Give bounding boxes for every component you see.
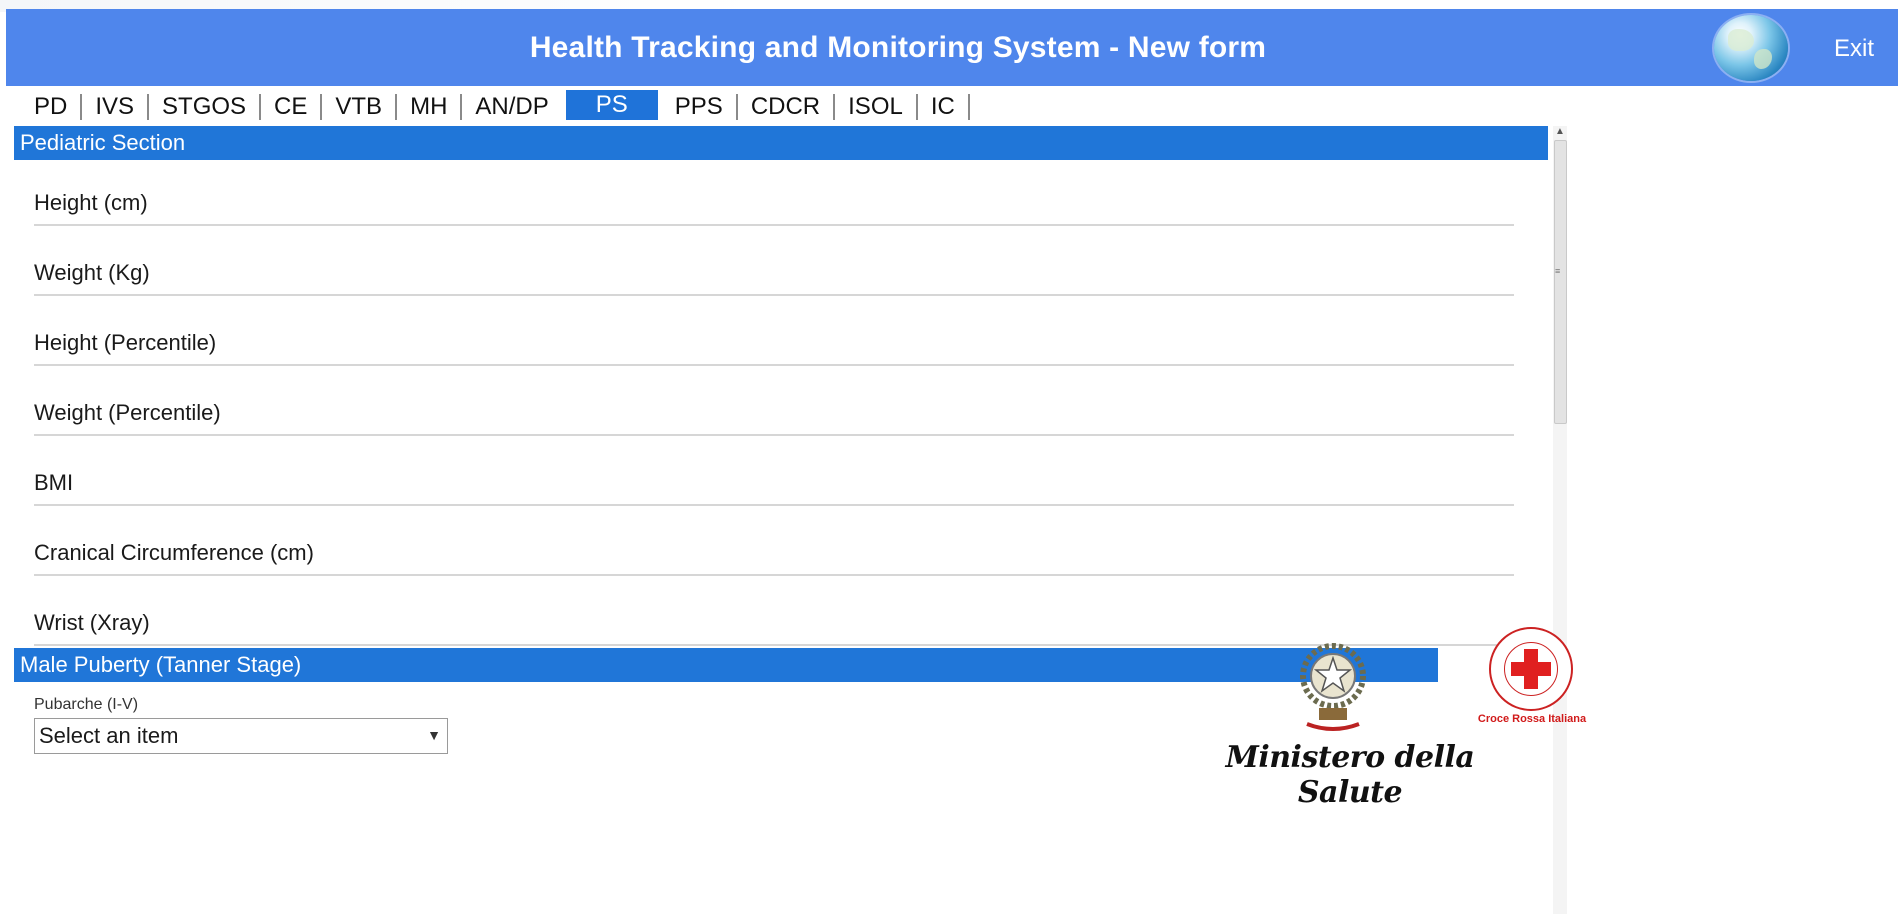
field-label: Weight (Percentile) bbox=[34, 400, 221, 425]
tab-pd[interactable]: PD bbox=[21, 93, 83, 120]
vertical-scrollbar[interactable]: ▲ ≡ bbox=[1553, 126, 1567, 914]
italian-republic-emblem-icon bbox=[1300, 643, 1366, 731]
app-title: Health Tracking and Monitoring System - … bbox=[529, 30, 1267, 64]
tab-bar: PD IVS STGOS CE VTB MH AN/DP PS PPS CDCR… bbox=[21, 90, 970, 124]
pubarche-select[interactable]: Select an item ▼ bbox=[34, 718, 448, 754]
bmi-field[interactable]: BMI bbox=[34, 436, 1514, 506]
ministero-della-salute-logo: Ministero della Salute bbox=[1205, 636, 1495, 914]
croce-rossa-italiana-logo: Croce Rossa Italiana bbox=[1478, 627, 1586, 727]
field-label: Cranical Circumference (cm) bbox=[34, 540, 314, 565]
tab-ce[interactable]: CE bbox=[261, 93, 323, 120]
scrollbar-thumb[interactable] bbox=[1554, 140, 1567, 424]
exit-button[interactable]: Exit bbox=[1834, 35, 1898, 63]
tab-isol[interactable]: ISOL bbox=[835, 93, 918, 120]
tab-cdcr[interactable]: CDCR bbox=[738, 93, 836, 120]
field-label: Height (Percentile) bbox=[34, 330, 217, 355]
tab-an-dp[interactable]: AN/DP bbox=[462, 90, 561, 124]
scroll-up-arrow-icon[interactable]: ▲ bbox=[1555, 126, 1565, 137]
weight-percentile-field[interactable]: Weight (Percentile) bbox=[34, 366, 1514, 436]
field-label: Wrist (Xray) bbox=[34, 610, 150, 635]
field-label: BMI bbox=[34, 470, 74, 495]
pediatric-section-header: Pediatric Section bbox=[14, 126, 1548, 160]
height-cm-field[interactable]: Height (cm) bbox=[34, 160, 1514, 226]
chevron-down-icon: ▼ bbox=[427, 727, 441, 743]
weight-kg-field[interactable]: Weight (Kg) bbox=[34, 226, 1514, 296]
tab-ic[interactable]: IC bbox=[918, 93, 970, 120]
tab-vtb[interactable]: VTB bbox=[322, 93, 398, 120]
tab-ps[interactable]: PS bbox=[565, 90, 658, 120]
globe-icon bbox=[1714, 15, 1788, 81]
cranical-circumference-field[interactable]: Cranical Circumference (cm) bbox=[34, 506, 1514, 576]
tab-ivs[interactable]: IVS bbox=[82, 93, 150, 120]
field-label: Height (cm) bbox=[34, 190, 148, 215]
height-percentile-field[interactable]: Height (Percentile) bbox=[34, 296, 1514, 366]
pubarche-selected-value: Select an item bbox=[39, 723, 179, 748]
scrollbar-grip-icon: ≡ bbox=[1555, 266, 1561, 276]
field-label: Weight (Kg) bbox=[34, 260, 150, 285]
title-bar: Health Tracking and Monitoring System - … bbox=[6, 9, 1898, 86]
tab-stgos[interactable]: STGOS bbox=[149, 93, 262, 120]
ministero-logo-text: Ministero della Salute bbox=[1225, 740, 1475, 810]
tab-pps[interactable]: PPS bbox=[662, 93, 738, 120]
red-cross-seal-icon bbox=[1489, 627, 1573, 711]
cri-logo-text: Croce Rossa Italiana bbox=[1477, 713, 1587, 725]
tab-mh[interactable]: MH bbox=[397, 93, 463, 120]
